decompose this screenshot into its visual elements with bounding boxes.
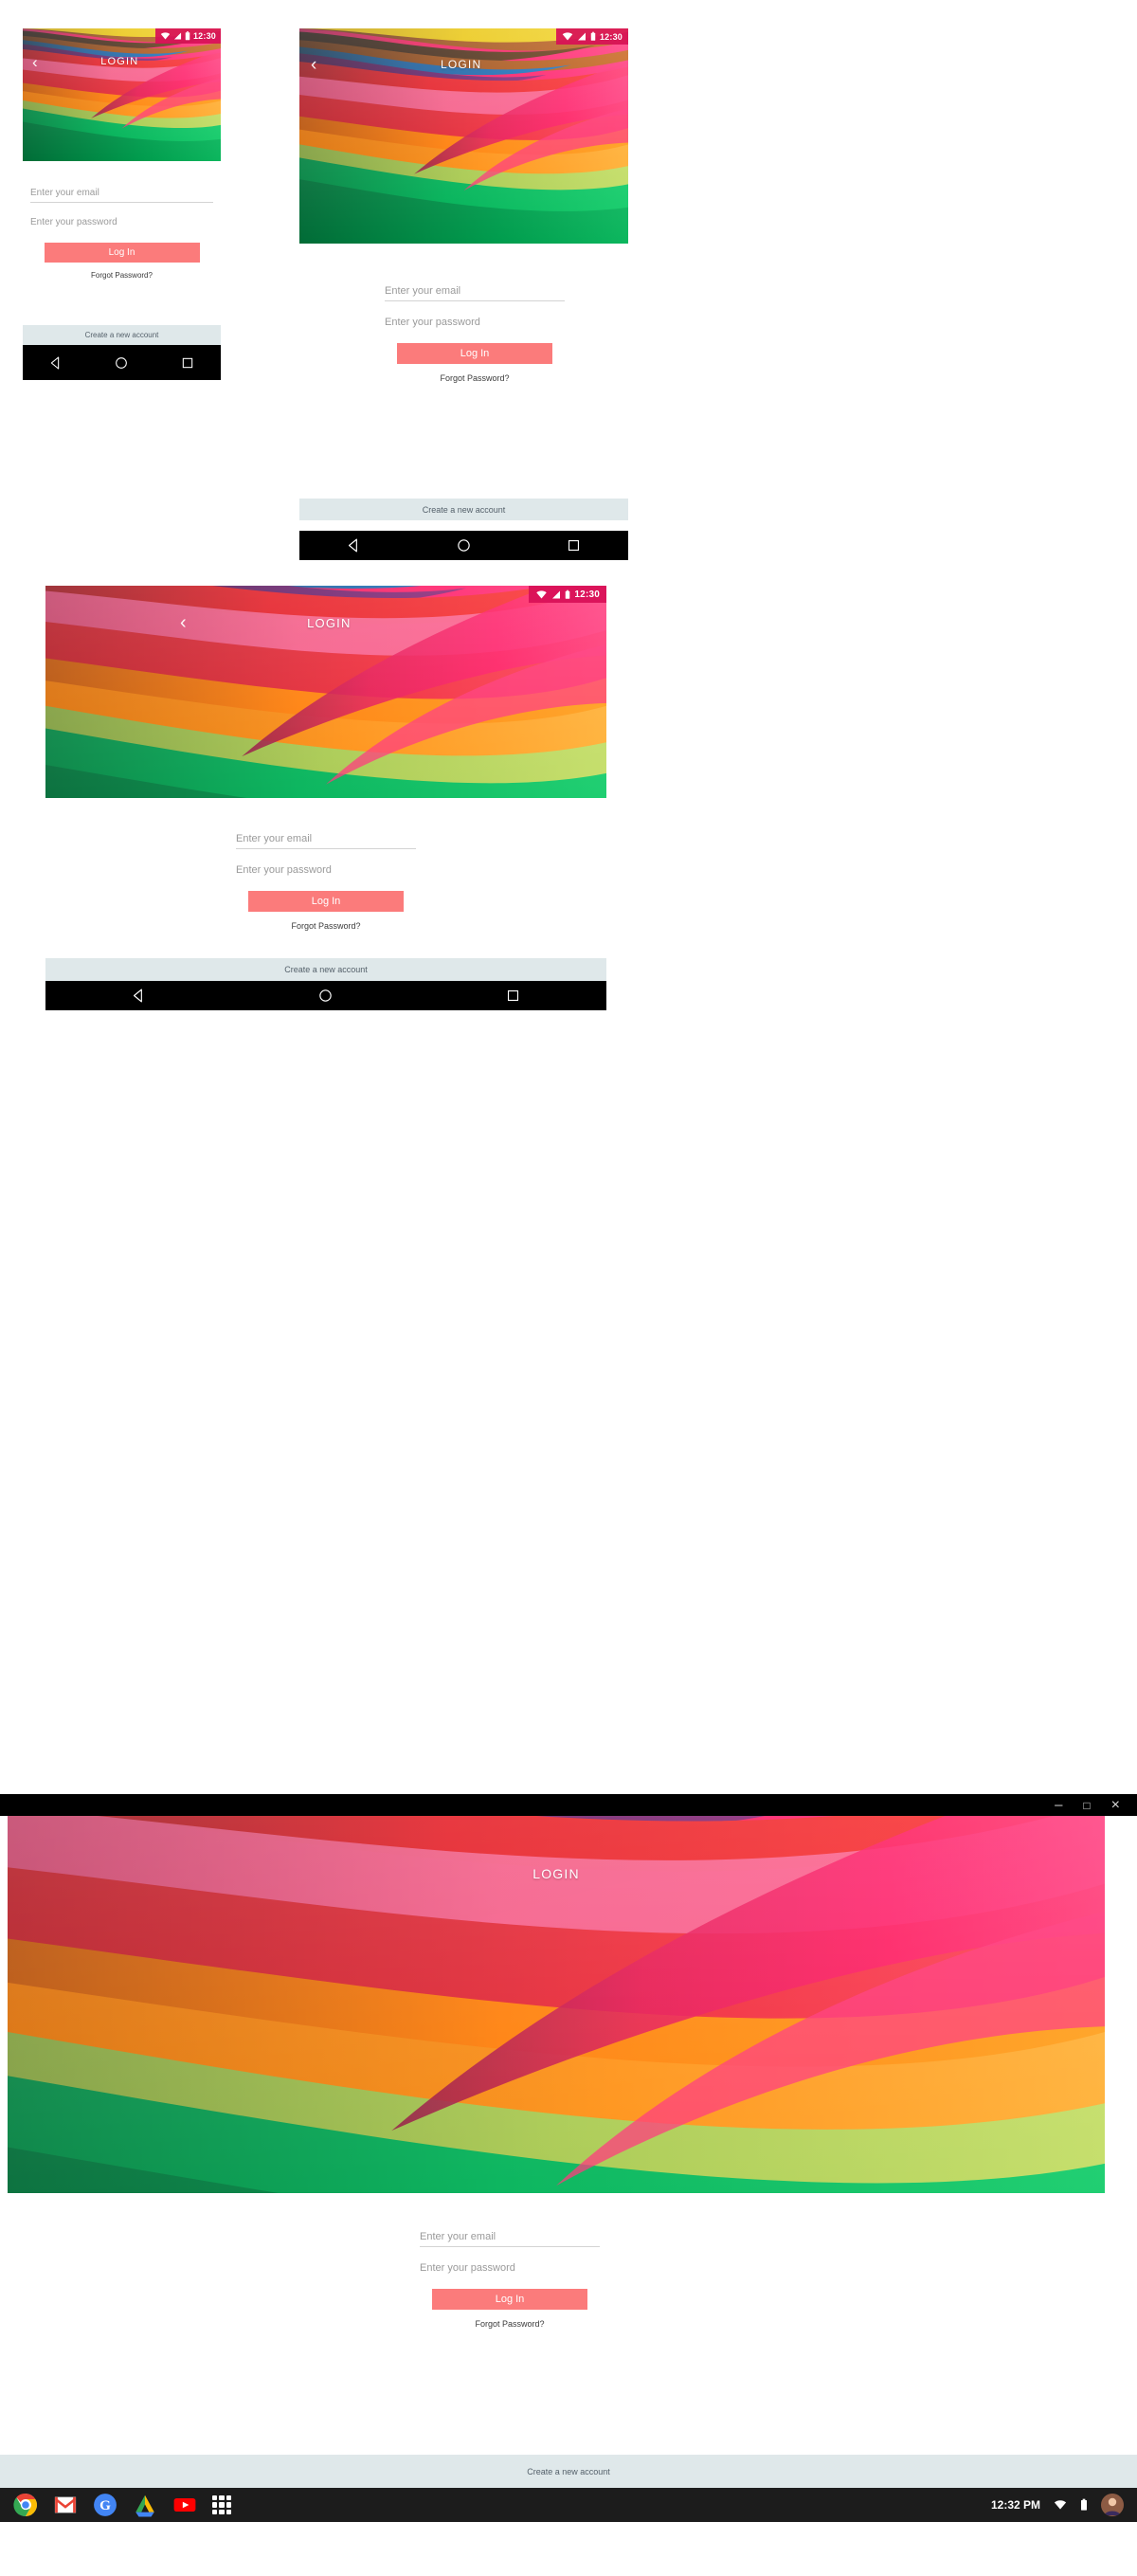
create-account-button[interactable]: Create a new account [299,499,628,520]
wifi-icon [160,32,171,40]
login-form-desktop: Enter your email Enter your password Log… [420,2222,600,2329]
battery-icon [566,590,570,599]
password-field[interactable]: Enter your password [385,307,565,332]
create-account-button[interactable]: Create a new account [23,325,221,345]
android-nav-bar [299,531,628,560]
window-close-button[interactable]: × [1111,1797,1120,1813]
password-placeholder: Enter your password [420,2262,515,2274]
youtube-icon[interactable] [172,2493,197,2517]
create-account-button[interactable]: Create a new account [45,958,606,981]
app-launcher-grid-icon[interactable] [212,2495,231,2514]
signal-icon [552,590,561,598]
forgot-password-link[interactable]: Forgot Password? [30,271,213,280]
email-placeholder: Enter your email [30,188,99,198]
password-field[interactable]: Enter your password [420,2253,600,2277]
nav-back-icon[interactable] [131,988,147,1004]
user-avatar[interactable] [1101,2494,1124,2516]
chrome-icon[interactable] [13,2493,38,2517]
password-field[interactable]: Enter your password [236,855,416,880]
forgot-password-link[interactable]: Forgot Password? [420,2319,600,2329]
app-bar: ‹ LOGIN [23,49,221,74]
status-bar: 12:30 [529,586,606,603]
forgot-password-link[interactable]: Forgot Password? [236,921,416,931]
password-placeholder: Enter your password [236,864,332,876]
password-placeholder: Enter your password [30,217,117,227]
page-title: LOGIN [100,56,139,67]
battery-tray-icon[interactable] [1080,2498,1088,2512]
android-nav-bar [45,981,606,1010]
battery-icon [185,31,190,41]
shelf-app-icons: G [13,2493,231,2517]
nav-home-icon[interactable] [456,537,472,553]
status-bar: 12:30 [555,28,628,45]
status-clock: 12:30 [192,31,216,41]
forgot-password-link[interactable]: Forgot Password? [385,373,565,383]
nav-home-icon[interactable] [317,988,334,1004]
svg-text:G: G [99,2497,111,2513]
email-field[interactable]: Enter your email [420,2222,600,2247]
create-account-button-desktop[interactable]: Create a new account [0,2455,1137,2488]
back-chevron-icon[interactable]: ‹ [32,54,38,70]
nav-home-icon[interactable] [114,355,129,371]
google-search-icon[interactable]: G [93,2493,117,2517]
email-field[interactable]: Enter your email [385,277,565,301]
window-title-bar: – □ × [0,1794,1137,1816]
mockup-phone-medium: 12:30 ‹ LOGIN Enter your email Enter you… [299,28,628,560]
login-button[interactable]: Log In [397,343,552,364]
app-bar: ‹ LOGIN [45,608,606,637]
wifi-icon [562,32,573,41]
email-placeholder: Enter your email [385,285,461,297]
shelf-clock: 12:32 PM [990,2498,1040,2512]
google-drive-icon[interactable] [133,2493,157,2517]
email-placeholder: Enter your email [236,833,313,844]
wifi-tray-icon[interactable] [1054,2499,1067,2511]
password-field[interactable]: Enter your password [30,209,213,231]
mockup-phone-small: 12:30 ‹ LOGIN Enter your email Enter you… [23,28,221,380]
nav-recents-icon[interactable] [180,355,195,371]
login-button[interactable]: Log In [432,2289,587,2310]
app-bar: ‹ LOGIN [299,51,628,78]
page-title: LOGIN [307,615,352,630]
window-minimize-button[interactable]: – [1055,1798,1062,1812]
nav-recents-icon[interactable] [566,537,582,553]
window-maximize-button[interactable]: □ [1083,1800,1090,1811]
login-form: Enter your email Enter your password Log… [385,277,565,383]
status-clock: 12:30 [599,31,623,42]
page-title: LOGIN [440,58,482,71]
back-chevron-icon[interactable]: ‹ [180,613,187,632]
app-bar: LOGIN [8,1859,1105,1888]
signal-icon [577,32,586,41]
battery-icon [590,31,596,41]
status-clock: 12:30 [574,589,600,600]
password-placeholder: Enter your password [385,317,480,328]
nav-back-icon[interactable] [48,355,63,371]
login-button[interactable]: Log In [248,891,404,912]
signal-icon [173,32,182,40]
login-form: Enter your email Enter your password Log… [236,825,416,931]
hero-artwork [23,28,221,161]
login-form: Enter your email Enter your password Log… [30,180,213,280]
hero-image-desktop: LOGIN [8,1816,1105,2193]
login-button[interactable]: Log In [44,243,200,263]
nav-recents-icon[interactable] [505,988,521,1004]
hero-image-tablet: 12:30 ‹ LOGIN [45,586,606,798]
page-title: LOGIN [532,1866,580,1881]
mockup-tablet: 12:30 ‹ LOGIN Enter your email Enter you… [45,586,606,1010]
wifi-icon [536,590,548,598]
nav-back-icon[interactable] [346,537,362,553]
hero-image-small: 12:30 ‹ LOGIN [23,28,221,161]
shelf-status-tray[interactable]: 12:32 PM [991,2494,1124,2516]
email-placeholder: Enter your email [420,2231,496,2242]
email-field[interactable]: Enter your email [236,825,416,849]
android-nav-bar [23,345,221,380]
back-chevron-icon[interactable]: ‹ [311,56,316,74]
hero-image-medium: 12:30 ‹ LOGIN [299,28,628,244]
status-bar: 12:30 [154,28,221,44]
gmail-icon[interactable] [53,2493,78,2517]
email-field[interactable]: Enter your email [30,180,213,203]
chromeos-shelf: G 12:32 PM [0,2488,1137,2522]
